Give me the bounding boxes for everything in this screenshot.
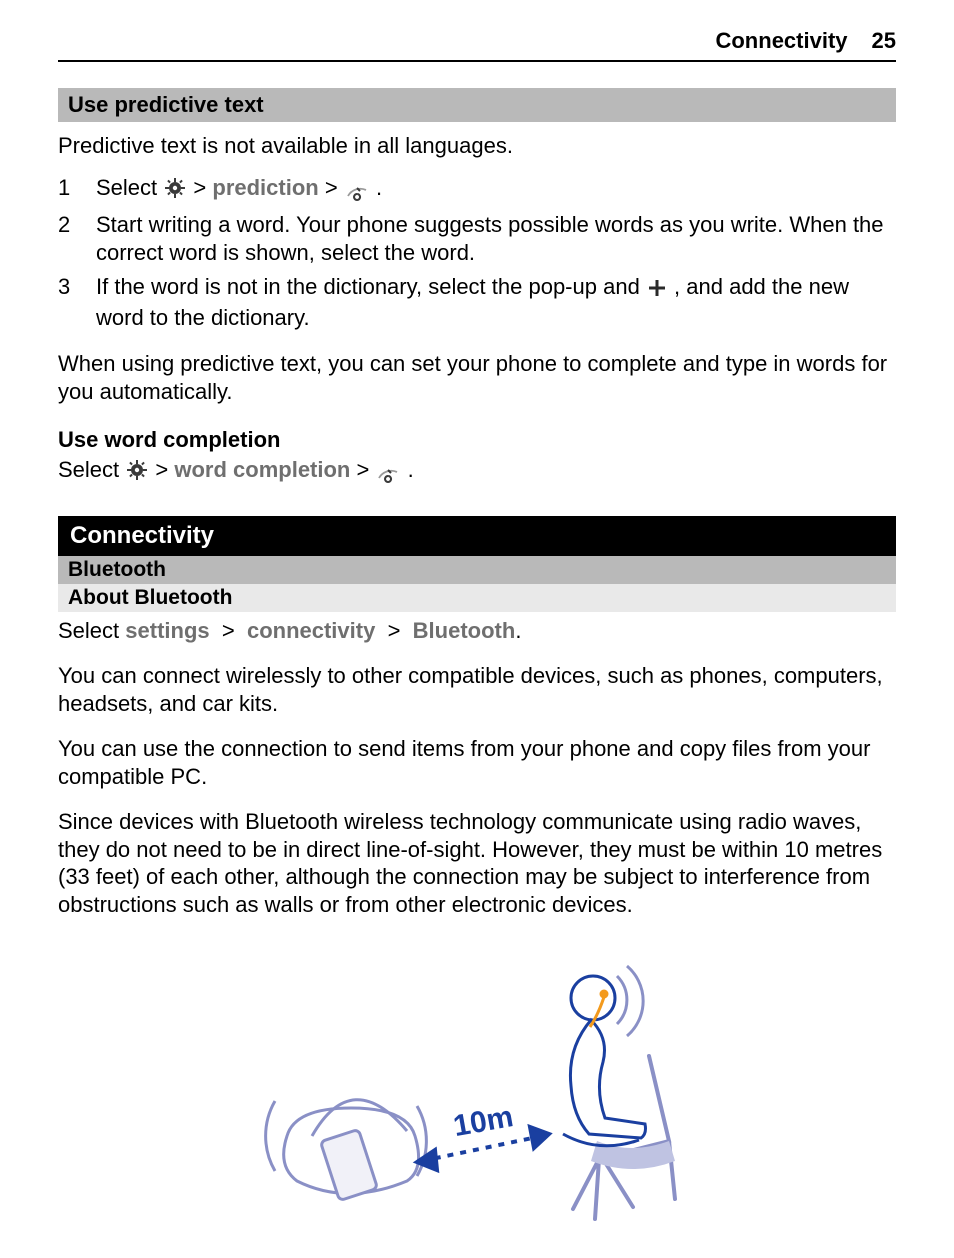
bluetooth-nav-line: Select settings > connectivity > Bluetoo… — [58, 618, 896, 644]
gt-glyph: > — [222, 618, 235, 643]
header-section: Connectivity — [715, 28, 847, 54]
running-header: Connectivity 25 — [58, 28, 896, 62]
section-title-predictive: Use predictive text — [58, 88, 896, 122]
step-1: 1 Select > prediction > . — [58, 174, 896, 205]
page-number: 25 — [872, 28, 896, 54]
step-number: 1 — [58, 174, 96, 202]
distance-label: 10m — [451, 1100, 516, 1143]
gt-glyph: > — [388, 618, 401, 643]
bt-paragraph-1: You can connect wirelessly to other comp… — [58, 662, 896, 717]
page: Connectivity 25 Use predictive text Pred… — [0, 0, 954, 1258]
subheading-word-completion: Use word completion — [58, 427, 896, 453]
menu-item-prediction: prediction — [212, 175, 324, 200]
gear-icon — [165, 177, 185, 205]
word-completion-line: Select > word completion > . — [58, 457, 896, 486]
intro-text: Predictive text is not available in all … — [58, 132, 896, 160]
menu-item-bluetooth: Bluetooth — [413, 618, 516, 643]
step-text-pre: If the word is not in the dictionary, se… — [96, 274, 646, 299]
gear-icon — [127, 460, 147, 486]
subsection-title-about-bluetooth: About Bluetooth — [58, 584, 896, 612]
toggle-icon — [377, 460, 399, 486]
step-number: 3 — [58, 273, 96, 301]
period-glyph: . — [515, 618, 521, 643]
bt-paragraph-3: Since devices with Bluetooth wireless te… — [58, 808, 896, 918]
menu-item-connectivity: connectivity — [247, 618, 375, 643]
menu-item-settings: settings — [125, 618, 209, 643]
gt-glyph: > — [193, 175, 206, 200]
menu-item-word-completion: word completion — [174, 457, 356, 482]
select-label: Select — [58, 457, 125, 482]
gt-glyph: > — [325, 175, 338, 200]
gt-glyph: > — [155, 457, 168, 482]
period-glyph: . — [408, 457, 414, 482]
period-glyph: . — [376, 175, 382, 200]
plus-icon — [648, 276, 666, 304]
section-title-bluetooth: Bluetooth — [58, 556, 896, 584]
step-number: 2 — [58, 211, 96, 239]
bt-paragraph-2: You can use the connection to send items… — [58, 735, 896, 790]
step-text-pre: Select — [96, 175, 163, 200]
toggle-icon — [346, 177, 368, 205]
gt-glyph: > — [357, 457, 370, 482]
select-label: Select — [58, 618, 125, 643]
step-text: If the word is not in the dictionary, se… — [96, 273, 896, 332]
bluetooth-range-figure: 10m — [58, 936, 896, 1236]
step-text: Select > prediction > . — [96, 174, 896, 205]
outro-text: When using predictive text, you can set … — [58, 350, 896, 405]
chapter-bar-connectivity: Connectivity — [58, 516, 896, 556]
step-text: Start writing a word. Your phone suggest… — [96, 211, 896, 267]
step-2: 2 Start writing a word. Your phone sugge… — [58, 211, 896, 267]
numbered-steps: 1 Select > prediction > . 2 Start writin… — [58, 174, 896, 333]
step-3: 3 If the word is not in the dictionary, … — [58, 273, 896, 332]
